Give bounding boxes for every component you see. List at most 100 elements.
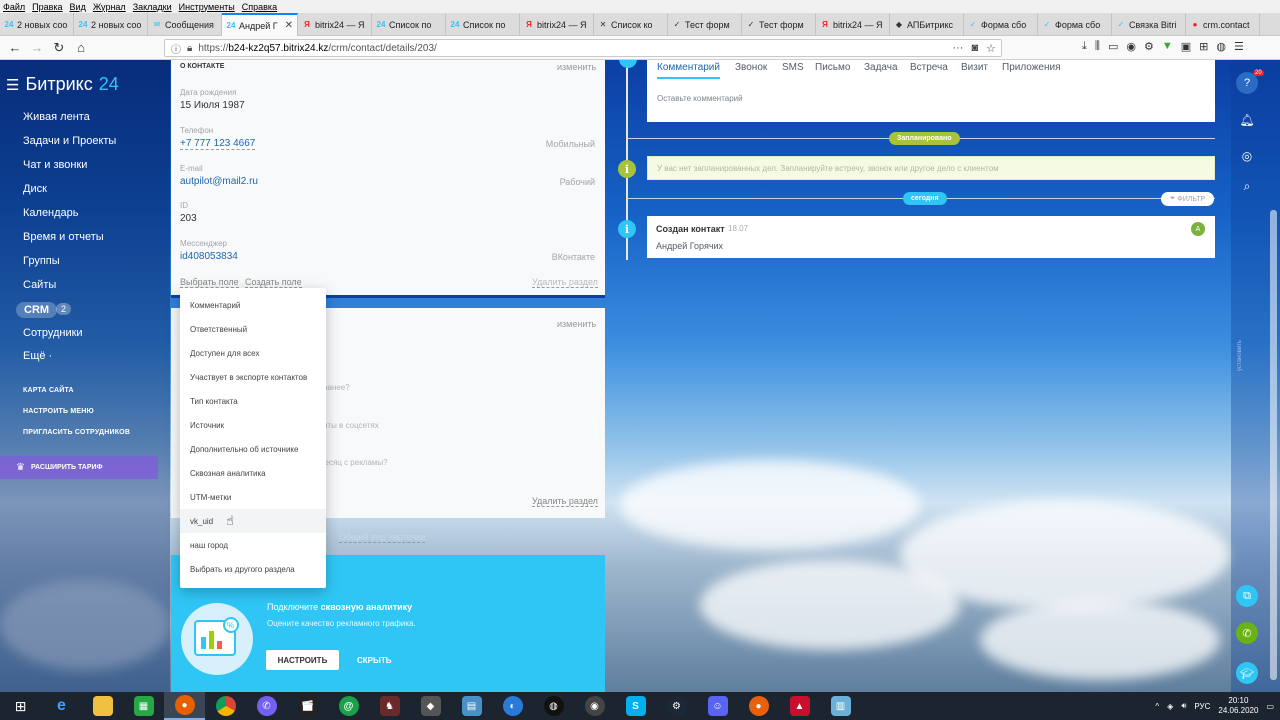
- browser-tab[interactable]: 24 2 новых соо: [0, 13, 74, 36]
- learning-icon[interactable]: 🎓︎: [1236, 662, 1258, 684]
- dropdown-item[interactable]: Участвует в экспорте контактов: [180, 365, 326, 389]
- extension-icon-5[interactable]: ◍: [1216, 40, 1226, 53]
- browser-tab[interactable]: ✓ Тест форм: [668, 13, 742, 36]
- orange-app-icon[interactable]: ●: [738, 692, 779, 720]
- configure-menu-link[interactable]: НАСТРОИТЬ МЕНЮ: [23, 408, 94, 415]
- create-field-link[interactable]: Создать поле: [245, 277, 302, 288]
- choose-field-link[interactable]: Выбрать поле: [180, 277, 239, 288]
- dropdown-item[interactable]: Дополнительно об источнике: [180, 437, 326, 461]
- tray-expand-icon[interactable]: ^: [1155, 702, 1159, 711]
- delete-section-link-2[interactable]: Удалить раздел: [532, 496, 598, 507]
- reload-icon[interactable]: ↻: [48, 40, 70, 56]
- sidebar-item[interactable]: Задачи и Проекты: [23, 135, 116, 147]
- dropdown-item[interactable]: наш город: [180, 533, 326, 557]
- url-bar[interactable]: ⓘ 🔒︎ https://b24-kz2q57.bitrix24.kz/crm/…: [164, 39, 1002, 57]
- firefox-icon[interactable]: ●: [164, 692, 205, 720]
- close-tab-icon[interactable]: ✕: [285, 20, 293, 31]
- video-editor-icon[interactable]: 🎬︎: [287, 692, 328, 720]
- browser-tab[interactable]: ✓ Форма сбо: [964, 13, 1038, 36]
- steam-icon[interactable]: ⚙: [656, 692, 697, 720]
- filter-button[interactable]: ⏷ ФИЛЬТР: [1161, 192, 1214, 206]
- sidebar-item[interactable]: Диск: [23, 183, 47, 195]
- dropdown-item[interactable]: UTM-метки: [180, 485, 326, 509]
- browser-tab[interactable]: ● crm.contact: [1186, 13, 1260, 36]
- obs-icon[interactable]: ◍: [533, 692, 574, 720]
- dropdown-item[interactable]: Ответственный: [180, 317, 326, 341]
- tool-app-icon[interactable]: ◆: [410, 692, 451, 720]
- home-icon[interactable]: ⌂: [70, 40, 92, 55]
- back-icon[interactable]: ←: [4, 40, 26, 55]
- app-icon[interactable]: ◉: [574, 692, 615, 720]
- browser-tab[interactable]: ✓ Связка Bitri: [1112, 13, 1186, 36]
- delete-section-link[interactable]: Удалить раздел: [532, 277, 598, 288]
- downloads-icon[interactable]: ⤓: [1082, 40, 1087, 53]
- dropdown-item[interactable]: Комментарий: [180, 293, 326, 317]
- open-lines-icon[interactable]: ⧉: [1236, 585, 1258, 607]
- common-card-view-link[interactable]: Общий вид карточки: [339, 532, 426, 543]
- network-icon[interactable]: ◈: [1167, 702, 1173, 711]
- library-icon[interactable]: ⫼: [1095, 40, 1100, 53]
- phone-icon[interactable]: ✆: [1236, 622, 1258, 644]
- upgrade-plan-button[interactable]: ♛ РАСШИРИТЬ ТАРИФ: [0, 456, 158, 479]
- feed-tab[interactable]: Звонок: [735, 62, 767, 73]
- pdf-app-icon[interactable]: ▲: [779, 692, 820, 720]
- hide-button[interactable]: СКРЫТЬ: [357, 650, 391, 670]
- sidebar-item[interactable]: Живая лента: [23, 111, 90, 123]
- sidebar-item-crm[interactable]: CRM: [16, 302, 58, 318]
- skype-icon[interactable]: S: [615, 692, 656, 720]
- sidebar-item[interactable]: Календарь: [23, 207, 79, 219]
- chrome-icon[interactable]: [205, 692, 246, 720]
- feed-tab[interactable]: Задача: [864, 62, 898, 73]
- feed-tab[interactable]: Письмо: [815, 62, 850, 73]
- store-icon[interactable]: ▦: [123, 692, 164, 720]
- dropdown-item[interactable]: Выбрать из другого раздела: [180, 557, 326, 581]
- browser-tab[interactable]: ✉ Сообщения: [148, 13, 222, 36]
- feed-tab[interactable]: Комментарий: [657, 62, 720, 79]
- dropdown-item[interactable]: Источник: [180, 413, 326, 437]
- sidebar-toggle-icon[interactable]: ▭: [1108, 40, 1118, 53]
- sidebar-item[interactable]: Сайты: [23, 279, 56, 291]
- notifications-icon[interactable]: ▭: [1266, 702, 1274, 711]
- page-scrollbar[interactable]: [1270, 210, 1277, 680]
- file-explorer-icon[interactable]: [82, 692, 123, 720]
- dropdown-item[interactable]: vk_uid: [180, 509, 326, 533]
- invite-employees-link[interactable]: ПРИГЛАСИТЬ СОТРУДНИКОВ: [23, 429, 130, 436]
- pocket-icon[interactable]: ◙: [971, 42, 978, 55]
- extension-icon-3[interactable]: ▣: [1181, 40, 1191, 53]
- dropdown-item[interactable]: Сквозная аналитика: [180, 461, 326, 485]
- dropdown-item[interactable]: Тип контакта: [180, 389, 326, 413]
- dropdown-item[interactable]: Доступен для всех: [180, 341, 326, 365]
- extension-icon-1[interactable]: ⚙: [1144, 40, 1154, 53]
- sidebar-item[interactable]: Чат и звонки: [23, 159, 87, 171]
- comment-input[interactable]: Оставьте комментарий: [657, 94, 743, 103]
- sidebar-item[interactable]: Время и отчеты: [23, 231, 104, 243]
- sidebar-item[interactable]: Ещё ·: [23, 350, 52, 362]
- browser-tab[interactable]: 24 Список по: [446, 13, 520, 36]
- browser-tab[interactable]: ✓ Форма сбо: [1038, 13, 1112, 36]
- burger-menu-icon[interactable]: ☰: [6, 76, 19, 94]
- windows-start-icon[interactable]: ⊞: [0, 692, 41, 720]
- field-value[interactable]: id408053834: [180, 251, 238, 262]
- extension-icon-4[interactable]: ⊞: [1199, 40, 1208, 53]
- menu-item[interactable]: Файл: [3, 2, 25, 12]
- created-contact-name[interactable]: Андрей Горячих: [656, 241, 723, 251]
- feed-tab[interactable]: Приложения: [1002, 62, 1061, 73]
- menu-item[interactable]: Закладки: [133, 2, 172, 12]
- internet-explorer-icon[interactable]: e: [41, 692, 82, 720]
- browser-tab[interactable]: 24 2 новых соо: [74, 13, 148, 36]
- browser-tab[interactable]: Яbitrix24 — Я: [816, 13, 890, 36]
- browser-tab[interactable]: ✕ Список ко: [594, 13, 668, 36]
- menu-item[interactable]: Журнал: [93, 2, 126, 12]
- extension-icon-2[interactable]: ▼: [1162, 40, 1173, 53]
- discord-icon[interactable]: ☺: [697, 692, 738, 720]
- browser-tab[interactable]: 24 Андрей Г ✕: [222, 13, 298, 36]
- menu-icon[interactable]: ☰: [1234, 40, 1244, 53]
- field-value[interactable]: autpilot@mail2.ru: [180, 176, 258, 187]
- search-icon[interactable]: ⌕: [1239, 178, 1255, 194]
- viber-icon[interactable]: ✆: [246, 692, 287, 720]
- feed-tab[interactable]: SMS: [782, 62, 804, 73]
- browser-app-icon[interactable]: ◐: [492, 692, 533, 720]
- change-link-2[interactable]: изменить: [557, 319, 596, 329]
- email-client-icon[interactable]: @: [328, 692, 369, 720]
- browser-tab[interactable]: ✓ Тест форм: [742, 13, 816, 36]
